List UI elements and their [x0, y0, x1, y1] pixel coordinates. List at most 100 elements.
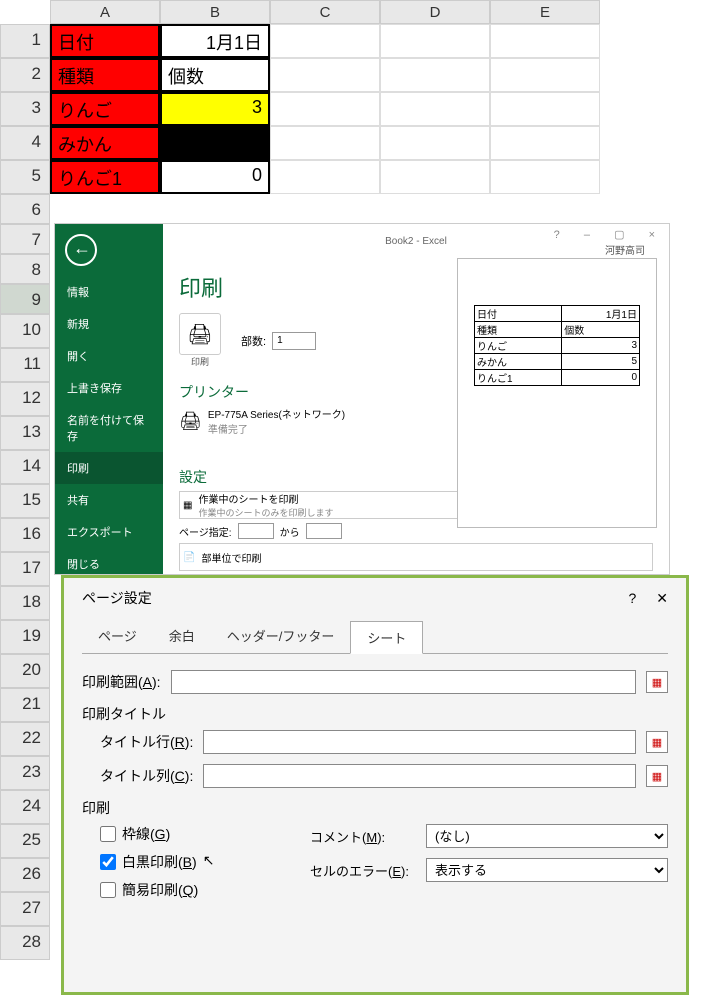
col-header-d[interactable]: D	[380, 0, 490, 24]
cell-d2[interactable]	[380, 58, 490, 92]
printer-icon[interactable]: 🖨	[179, 313, 221, 355]
preview-table: 日付1月1日 種類個数 りんご3 みかん5 りんご10	[474, 305, 640, 386]
cell-a5[interactable]: りんご1	[50, 160, 160, 194]
cell-c4[interactable]	[270, 126, 380, 160]
cell-b5[interactable]: 0	[160, 160, 270, 194]
row-header-15[interactable]: 15	[0, 484, 50, 518]
row-header-25[interactable]: 25	[0, 824, 50, 858]
tab-sheet[interactable]: シート	[350, 621, 423, 654]
bw-checkbox[interactable]: 白黒印刷(B)↖	[100, 852, 280, 872]
cell-d3[interactable]	[380, 92, 490, 126]
back-button[interactable]	[65, 234, 97, 266]
cell-a3[interactable]: りんご	[50, 92, 160, 126]
nav-export[interactable]: エクスポート	[55, 516, 163, 548]
row-header-21[interactable]: 21	[0, 688, 50, 722]
range-select-icon[interactable]: ▦	[646, 731, 668, 753]
row-header-23[interactable]: 23	[0, 756, 50, 790]
cell-b1[interactable]: 1月1日	[160, 24, 270, 58]
backstage-nav: 情報 新規 開く 上書き保存 名前を付けて保存 印刷 共有 エクスポート 閉じる	[55, 224, 163, 574]
col-header-e[interactable]: E	[490, 0, 600, 24]
user-name[interactable]: 河野高司	[605, 242, 645, 257]
collate-selector[interactable]: 📄 部単位で印刷	[179, 543, 653, 571]
gridlines-checkbox[interactable]: 枠線(G)	[100, 824, 280, 844]
title-row-input[interactable]	[203, 730, 636, 754]
tab-page[interactable]: ページ	[82, 620, 153, 653]
page-to-input[interactable]	[306, 523, 342, 539]
help-button[interactable]: ?	[628, 590, 636, 607]
cell-c3[interactable]	[270, 92, 380, 126]
row-header-8[interactable]: 8	[0, 254, 50, 284]
row-header-28[interactable]: 28	[0, 926, 50, 960]
draft-checkbox[interactable]: 簡易印刷(Q)	[100, 880, 280, 900]
row-header-2[interactable]: 2	[0, 58, 50, 92]
row-header-10[interactable]: 10	[0, 314, 50, 348]
row-header-12[interactable]: 12	[0, 382, 50, 416]
row-header-4[interactable]: 4	[0, 126, 50, 160]
cell-c1[interactable]	[270, 24, 380, 58]
row-header-1[interactable]: 1	[0, 24, 50, 58]
col-header-b[interactable]: B	[160, 0, 270, 24]
row-header-26[interactable]: 26	[0, 858, 50, 892]
draft-check-input[interactable]	[100, 882, 116, 898]
row-header-9[interactable]: 9	[0, 284, 50, 314]
row-header-22[interactable]: 22	[0, 722, 50, 756]
nav-info[interactable]: 情報	[55, 276, 163, 308]
prev-cell: りんご1	[475, 370, 562, 386]
cell-d1[interactable]	[380, 24, 490, 58]
print-area-input[interactable]	[171, 670, 636, 694]
column-headers: A B C D E	[50, 0, 600, 24]
cell-e3[interactable]	[490, 92, 600, 126]
row-header-3[interactable]: 3	[0, 92, 50, 126]
row-header-19[interactable]: 19	[0, 620, 50, 654]
cell-c2[interactable]	[270, 58, 380, 92]
comment-select[interactable]: (なし)	[426, 824, 668, 848]
cell-a4[interactable]: みかん	[50, 126, 160, 160]
cell-e1[interactable]	[490, 24, 600, 58]
nav-open[interactable]: 開く	[55, 340, 163, 372]
close-button[interactable]: ✕	[656, 590, 668, 607]
copies-input[interactable]	[272, 332, 316, 350]
error-select[interactable]: 表示する	[426, 858, 668, 882]
range-select-icon[interactable]: ▦	[646, 765, 668, 787]
row-header-24[interactable]: 24	[0, 790, 50, 824]
row-header-20[interactable]: 20	[0, 654, 50, 688]
window-controls[interactable]: ? – ▢ ×	[554, 228, 661, 241]
nav-print[interactable]: 印刷	[55, 452, 163, 484]
cell-b2[interactable]: 個数	[160, 58, 270, 92]
range-select-icon[interactable]: ▦	[646, 671, 668, 693]
cell-d5[interactable]	[380, 160, 490, 194]
cell-e5[interactable]	[490, 160, 600, 194]
gridlines-check-input[interactable]	[100, 826, 116, 842]
row-header-11[interactable]: 11	[0, 348, 50, 382]
nav-save[interactable]: 上書き保存	[55, 372, 163, 404]
nav-new[interactable]: 新規	[55, 308, 163, 340]
row-header-5[interactable]: 5	[0, 160, 50, 194]
printer-status-icon: 🖨	[179, 411, 202, 432]
row-header-17[interactable]: 17	[0, 552, 50, 586]
nav-share[interactable]: 共有	[55, 484, 163, 516]
row-header-18[interactable]: 18	[0, 586, 50, 620]
col-header-c[interactable]: C	[270, 0, 380, 24]
row-header-16[interactable]: 16	[0, 518, 50, 552]
collate-icon: 📄	[183, 552, 195, 563]
cell-a1[interactable]: 日付	[50, 24, 160, 58]
bw-check-input[interactable]	[100, 854, 116, 870]
cell-b4[interactable]	[160, 126, 270, 160]
tab-margins[interactable]: 余白	[153, 620, 211, 653]
cell-c5[interactable]	[270, 160, 380, 194]
col-header-a[interactable]: A	[50, 0, 160, 24]
page-from-input[interactable]	[238, 523, 274, 539]
row-header-27[interactable]: 27	[0, 892, 50, 926]
cell-a2[interactable]: 種類	[50, 58, 160, 92]
cell-e2[interactable]	[490, 58, 600, 92]
row-header-14[interactable]: 14	[0, 450, 50, 484]
tab-header-footer[interactable]: ヘッダー/フッター	[211, 620, 351, 653]
cell-d4[interactable]	[380, 126, 490, 160]
row-header-6[interactable]: 6	[0, 194, 50, 224]
nav-saveas[interactable]: 名前を付けて保存	[55, 404, 163, 452]
title-col-input[interactable]	[203, 764, 636, 788]
row-header-7[interactable]: 7	[0, 224, 50, 254]
cell-e4[interactable]	[490, 126, 600, 160]
row-header-13[interactable]: 13	[0, 416, 50, 450]
cell-b3[interactable]: 3	[160, 92, 270, 126]
